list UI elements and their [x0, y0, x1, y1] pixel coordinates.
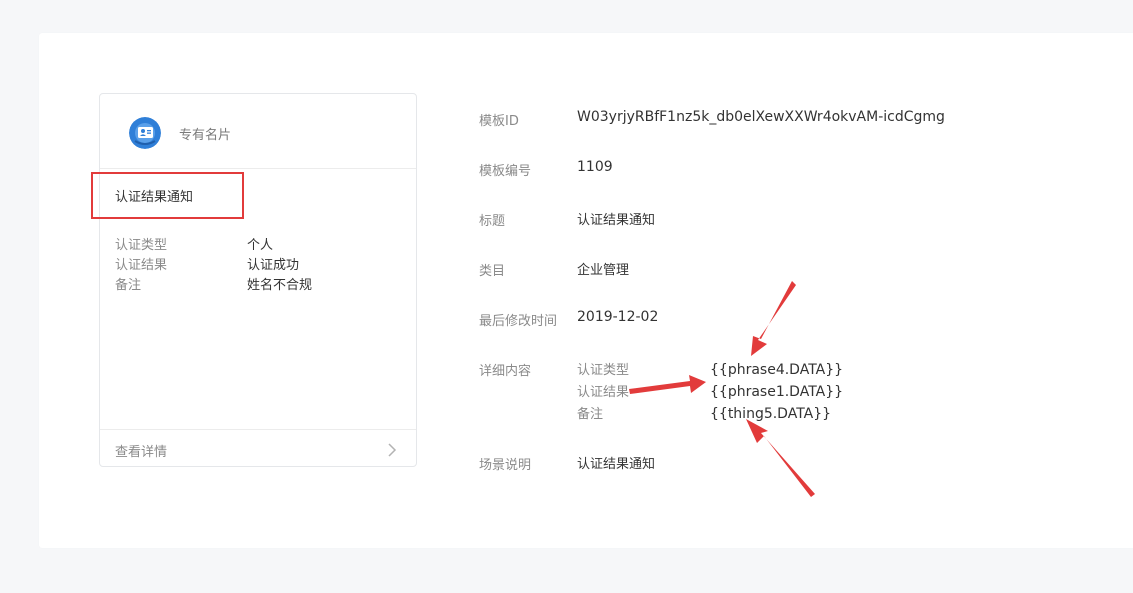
card-field-key: 认证结果: [115, 258, 168, 273]
category-value: 企业管理: [577, 263, 630, 278]
content-field-value: {{phrase1.DATA}}: [710, 384, 844, 400]
card-field-key: 认证类型: [115, 238, 168, 253]
title-label: 标题: [479, 214, 506, 229]
content-fields: 认证类型 {{phrase4.DATA}} 认证结果 {{phrase1.DATA}…: [577, 358, 843, 424]
card-field-value: 姓名不合规: [247, 278, 313, 293]
card-fields: 认证类型 个人 认证结果 认证成功 备注 姓名不合规: [115, 236, 312, 296]
title-highlight-annotation: [91, 172, 244, 219]
card-header: 专有名片: [100, 94, 416, 169]
content-field-key: 认证结果: [577, 385, 630, 400]
content-field-value: {{thing5.DATA}}: [710, 406, 832, 422]
scene-label: 场景说明: [479, 458, 532, 473]
modified-value: 2019-12-02: [577, 309, 659, 325]
card-field-value: 认证成功: [247, 258, 300, 273]
content-label: 详细内容: [479, 364, 532, 379]
business-card-icon: [129, 117, 161, 149]
modified-label: 最后修改时间: [479, 314, 558, 329]
view-details-label: 查看详情: [115, 445, 168, 460]
content-field-key: 备注: [577, 407, 604, 422]
template-no-label: 模板编号: [479, 164, 532, 179]
content-field-key: 认证类型: [577, 363, 630, 378]
account-name: 专有名片: [179, 128, 232, 143]
content-field-row: 备注 {{thing5.DATA}}: [577, 402, 843, 424]
scene-value: 认证结果通知: [577, 457, 656, 472]
template-id-label: 模板ID: [479, 114, 519, 129]
card-field-value: 个人: [247, 238, 274, 253]
category-label: 类目: [479, 264, 506, 279]
template-id-value: W03yrjyRBfF1nz5k_db0elXewXXWr4okvAM-icdC…: [577, 109, 945, 125]
card-field-row: 认证类型 个人: [115, 236, 312, 256]
content-field-value: {{phrase4.DATA}}: [710, 362, 844, 378]
title-value: 认证结果通知: [577, 213, 656, 228]
card-field-key: 备注: [115, 278, 142, 293]
view-details-link[interactable]: 查看详情: [100, 429, 416, 468]
content-field-row: 认证类型 {{phrase4.DATA}}: [577, 358, 843, 380]
content-field-row: 认证结果 {{phrase1.DATA}}: [577, 380, 843, 402]
card-field-row: 备注 姓名不合规: [115, 276, 312, 296]
card-field-row: 认证结果 认证成功: [115, 256, 312, 276]
chevron-right-icon: [386, 442, 398, 457]
template-no-value: 1109: [577, 159, 613, 175]
message-preview-card: 专有名片 认证结果通知 认证类型 个人 认证结果 认证成功 备注 姓名不合规 查看详情: [99, 93, 417, 467]
